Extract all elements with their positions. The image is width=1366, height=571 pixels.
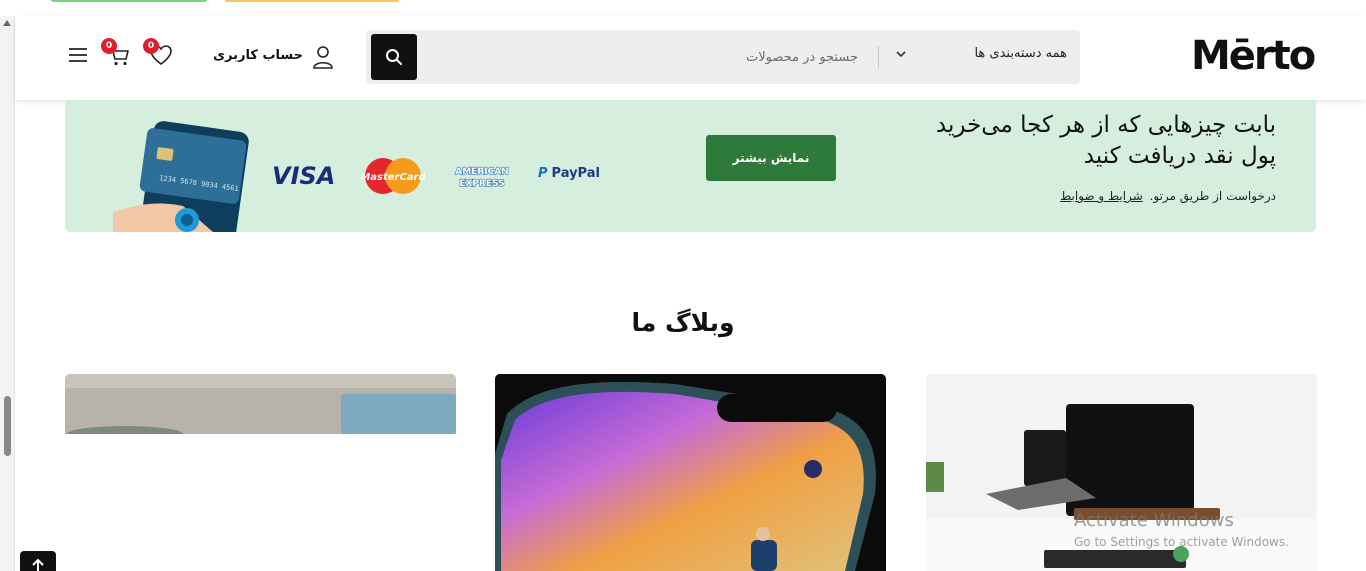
svg-text:EXPRESS: EXPRESS (459, 179, 504, 189)
terms-link[interactable]: شرایط و ضوابط (1060, 189, 1143, 203)
arrow-up-icon (32, 558, 44, 571)
activate-windows-subtitle: Go to Settings to activate Windows. (1074, 535, 1289, 549)
search-divider (878, 46, 879, 68)
cart-button[interactable]: 0 (101, 38, 133, 70)
top-strip (0, 0, 1366, 16)
wishlist-button[interactable]: 0 (143, 38, 175, 70)
wishlist-count-badge: 0 (143, 38, 159, 54)
activate-windows-title: Activate Windows (1074, 510, 1234, 531)
wooden-desk-image (65, 374, 456, 571)
left-scrollbar[interactable] (0, 16, 15, 571)
paypal-label: PayPal (551, 166, 600, 181)
search-input[interactable] (428, 44, 858, 70)
blog-card[interactable] (495, 374, 886, 571)
top-yellow-button[interactable] (224, 0, 400, 2)
cart-count-badge: 0 (101, 38, 117, 54)
user-icon (313, 46, 333, 69)
search-bar: همه دسته‌بندی ها (366, 30, 1080, 84)
payment-card-illustration: 1234 5678 9034 4561 (113, 121, 249, 232)
smartphone-keynote-image (495, 374, 886, 571)
paypal-logo: P PayPal (538, 166, 600, 181)
mastercard-label: MasterCard (361, 172, 425, 183)
blog-section-title: وبلاگ ما (631, 308, 735, 337)
account-label: حساب کاربری (213, 48, 303, 63)
banner-title-line1: بابت چیزهایی که از هر کجا می‌خرید (935, 112, 1276, 138)
visa-logo: VISA (272, 162, 336, 190)
banner-note: درخواست از طریق مرتو. شرایط و ضوابط (1060, 189, 1276, 203)
hamburger-menu-icon (69, 48, 87, 62)
banner-title-line2: پول نقد دریافت کنید (1083, 143, 1276, 169)
menu-button[interactable] (67, 44, 93, 70)
banner-note-text: درخواست از طریق مرتو. (1149, 189, 1276, 203)
scrollbar-thumb[interactable] (4, 396, 11, 456)
amex-logo: AMERICAN EXPRESS (455, 166, 510, 189)
search-button[interactable] (371, 34, 417, 80)
blog-card[interactable] (65, 374, 456, 571)
top-green-button[interactable] (50, 0, 208, 2)
chevron-down-icon (896, 51, 906, 58)
search-icon (386, 49, 402, 65)
show-more-button[interactable]: نمایش بیشتر (706, 135, 836, 181)
account-link[interactable]: حساب کاربری (185, 42, 335, 72)
scroll-to-top-button[interactable] (20, 551, 56, 571)
category-select[interactable]: همه دسته‌بندی ها (891, 44, 1067, 70)
category-label: همه دسته‌بندی ها (974, 46, 1067, 61)
cashback-banner: بابت چیزهایی که از هر کجا می‌خرید پول نق… (65, 100, 1316, 232)
site-header: Mērto همه دسته‌بندی ها حساب کاربری 0 (15, 16, 1366, 100)
scroll-up-icon[interactable] (3, 20, 11, 26)
mastercard-logo: MasterCard (361, 158, 425, 194)
svg-text:AMERICAN: AMERICAN (455, 167, 508, 177)
banner-title: بابت چیزهایی که از هر کجا می‌خرید پول نق… (856, 110, 1276, 172)
site-logo[interactable]: Mērto (1191, 34, 1319, 78)
